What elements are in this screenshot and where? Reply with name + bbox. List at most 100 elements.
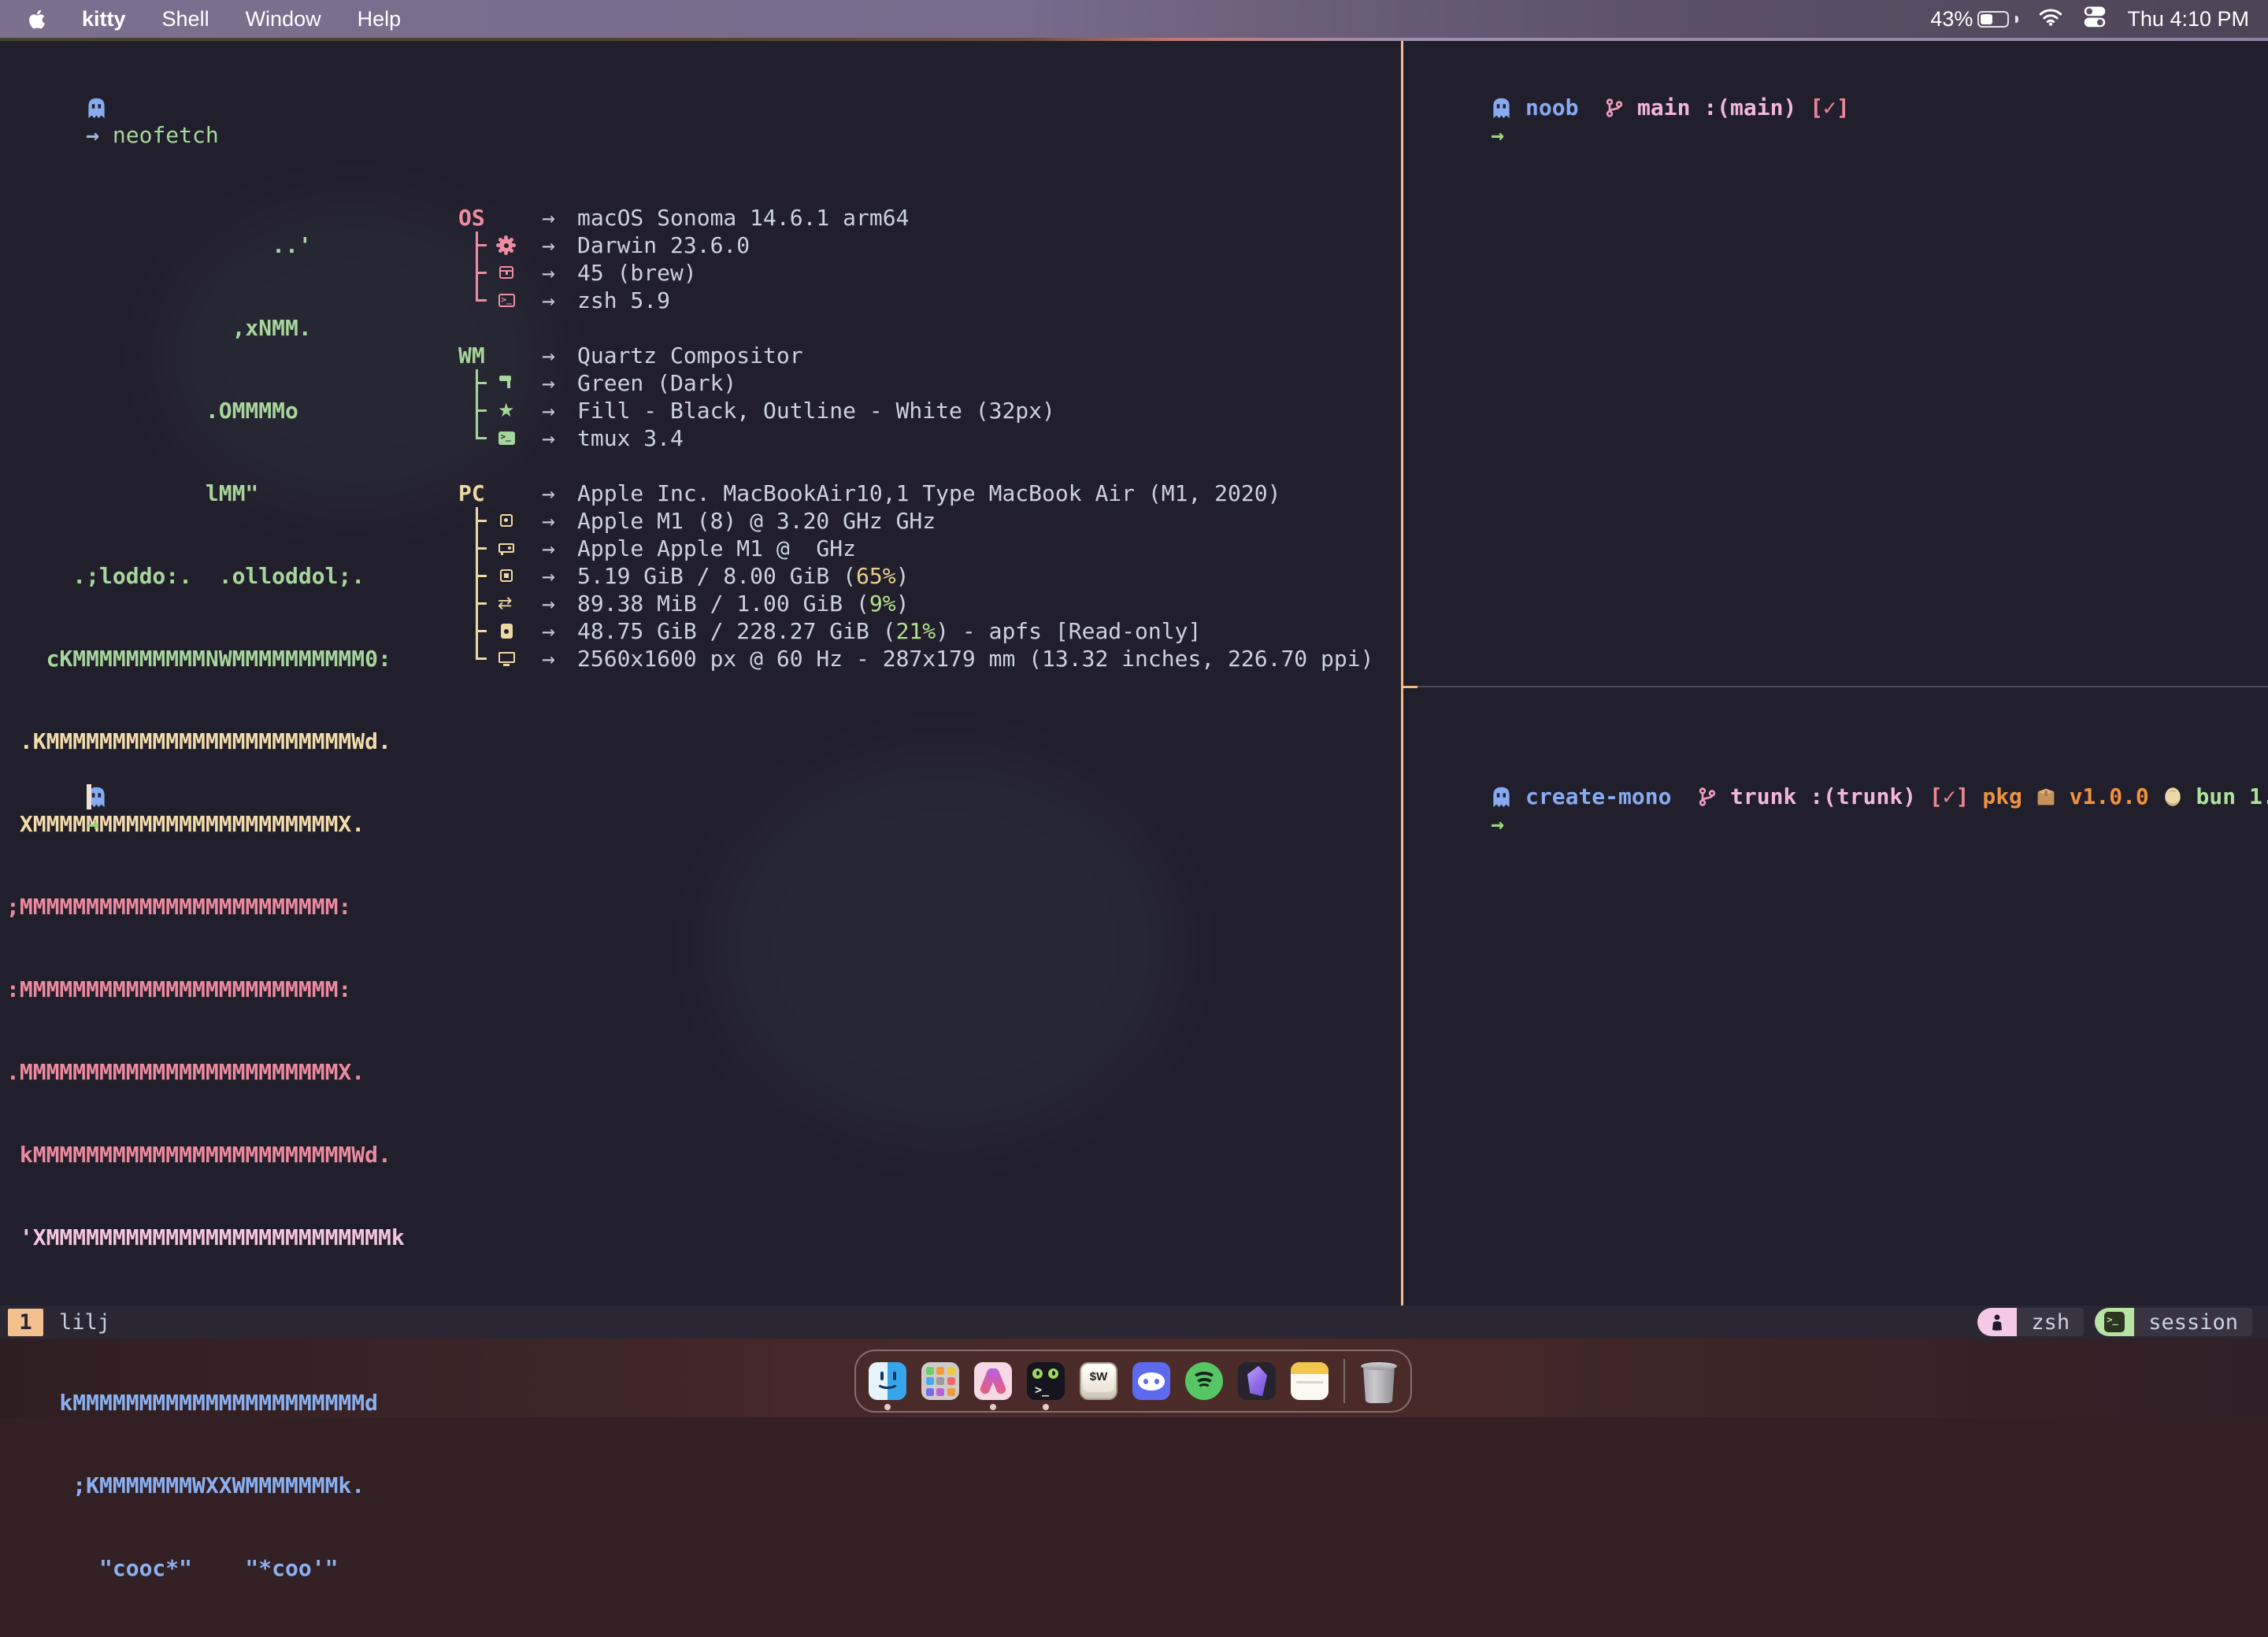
memory-icon [500, 569, 513, 582]
menu-item-shell[interactable]: Shell [162, 7, 209, 31]
dock: >_ $W [854, 1350, 1412, 1413]
info-value-disk: 48.75 GiB / 228.27 GiB (21%) - apfs [Rea… [577, 617, 1201, 645]
finder-icon [869, 1362, 906, 1400]
git-branch-detail: :(trunk) [1810, 783, 1916, 809]
swap-percent: 9% [869, 591, 896, 617]
cpu-icon [500, 514, 513, 527]
discord-icon [1132, 1362, 1170, 1400]
menu-bar: kitty Shell Window Help 43% [0, 0, 2268, 38]
tmux-horizontal-split[interactable] [1403, 686, 2268, 687]
dock-item-finder[interactable] [869, 1362, 906, 1400]
info-value-swap: 89.38 MiB / 1.00 GiB (9%) [577, 590, 909, 617]
arc-browser-icon [974, 1362, 1012, 1400]
pkg-version: v1.0.0 [2070, 783, 2149, 809]
git-branch-name: trunk [1730, 783, 1796, 809]
neofetch-ascii-apple-logo: ..' ,xNMM. .OMMMMo lMM" .;loddo:. .ollod… [6, 176, 405, 1637]
running-indicator-dot [990, 1404, 996, 1410]
info-value-wm: Quartz Compositor [577, 342, 803, 369]
dock-item-kitty[interactable]: >_ [1027, 1362, 1065, 1400]
arrow-icon: → [542, 204, 555, 231]
tmux-shell-segment: zsh [1977, 1308, 2084, 1336]
prompt-arrow: → [1491, 811, 1504, 837]
terminal-filled-icon [498, 431, 515, 445]
git-status-clean: [✓] [1929, 783, 1970, 809]
menu-clock[interactable]: Thu 4:10 PM [2127, 7, 2249, 31]
display-icon [498, 652, 515, 663]
package-icon [499, 266, 513, 279]
dock-item-notes[interactable] [1291, 1362, 1329, 1400]
menu-item-window[interactable]: Window [246, 7, 321, 31]
dock-item-spotify[interactable] [1185, 1362, 1223, 1400]
wifi-icon[interactable] [2039, 7, 2062, 31]
memory-percent: 65% [856, 563, 896, 589]
tmux-status-bar: 1 lilj zsh session [0, 1306, 2268, 1339]
battery-indicator[interactable]: 43% [1930, 7, 2018, 31]
menu-app-name[interactable]: kitty [82, 7, 126, 31]
person-icon [1977, 1308, 2017, 1336]
prompt-arrow: → [1491, 122, 1504, 148]
info-value-cpu: Apple M1 (8) @ 3.20 GHz GHz [577, 507, 936, 535]
info-value-os: macOS Sonoma 14.6.1 arm64 [577, 204, 909, 231]
dock-item-trash[interactable] [1360, 1362, 1398, 1400]
apple-menu-icon[interactable] [28, 9, 46, 30]
git-status-clean: [✓] [1810, 94, 1850, 120]
session-name: noob [1525, 94, 1578, 120]
dock-item-arc[interactable] [974, 1362, 1012, 1400]
git-branch-icon [1605, 94, 1624, 120]
git-branch-detail: :(main) [1703, 94, 1796, 120]
info-label-wm: WM [458, 342, 485, 369]
info-label-os: OS [458, 204, 485, 231]
info-label-pc: PC [458, 480, 485, 507]
dock-item-discord[interactable] [1132, 1362, 1170, 1400]
dock-item-obsidian[interactable] [1238, 1362, 1276, 1400]
info-value-host: Apple Inc. MacBookAir10,1 Type MacBook A… [577, 480, 1280, 507]
control-center-icon[interactable] [2083, 6, 2107, 33]
git-branch-name: main [1637, 94, 1690, 120]
session-name: create-mono [1525, 783, 1671, 809]
info-value-memory: 5.19 GiB / 8.00 GiB (65%) [577, 562, 909, 590]
bun-emoji [2162, 783, 2183, 809]
info-value-kernel: Darwin 23.6.0 [577, 231, 750, 259]
info-value-terminal: tmux 3.4 [577, 424, 684, 452]
session-terminal-icon [2095, 1308, 2134, 1336]
dock-item-keycap[interactable]: $W [1080, 1362, 1117, 1400]
info-value-packages: 45 (brew) [577, 259, 697, 287]
launchpad-icon [921, 1362, 959, 1400]
tmux-window-title[interactable]: lilj [59, 1310, 110, 1335]
text-cursor [87, 784, 91, 809]
gpu-icon [498, 543, 514, 553]
battery-percent-label: 43% [1930, 7, 1973, 31]
battery-icon [1977, 11, 2009, 28]
spotify-icon [1185, 1362, 1223, 1400]
running-indicator-dot [884, 1404, 891, 1410]
tmux-window-index[interactable]: 1 [8, 1309, 43, 1336]
kitty-terminal-window[interactable]: → neofetch ..' ,xNMM. .OMMMMo lMM" .;lod… [0, 41, 2268, 1339]
pkg-label: pkg [1982, 783, 2022, 809]
info-value-gpu: Apple Apple M1 @ GHz [577, 535, 856, 562]
info-value-icons: Fill - Black, Outline - White (32px) [577, 397, 1055, 424]
paint-roller-icon [499, 376, 513, 390]
gear-icon [499, 239, 513, 252]
obsidian-icon [1238, 1362, 1276, 1400]
notes-icon [1291, 1362, 1329, 1400]
disk-icon [501, 624, 513, 639]
runtime-label: bun 1.1 [2196, 783, 2268, 809]
tmux-session-segment: session [2095, 1308, 2252, 1336]
tmux-vertical-split[interactable] [1401, 41, 1403, 1306]
info-value-display: 2560x1600 px @ 60 Hz - 287x179 mm (13.32… [577, 645, 1373, 672]
running-indicator-dot [1043, 1404, 1049, 1410]
shell-label: zsh [2017, 1308, 2084, 1336]
typed-command: neofetch [113, 122, 219, 148]
keycap-app-icon: $W [1080, 1362, 1117, 1400]
terminal-icon [498, 294, 515, 307]
prompt-arrow: → [86, 122, 99, 148]
session-label: session [2134, 1308, 2252, 1336]
prompt-arrow: → [86, 811, 99, 837]
disk-percent: 21% [896, 618, 936, 644]
dock-separator [1343, 1359, 1345, 1403]
kitty-terminal-icon: >_ [1027, 1362, 1065, 1400]
dock-item-launchpad[interactable] [921, 1362, 959, 1400]
git-branch-icon [1698, 783, 1717, 809]
info-value-shell: zsh 5.9 [577, 287, 670, 314]
menu-item-help[interactable]: Help [358, 7, 402, 31]
